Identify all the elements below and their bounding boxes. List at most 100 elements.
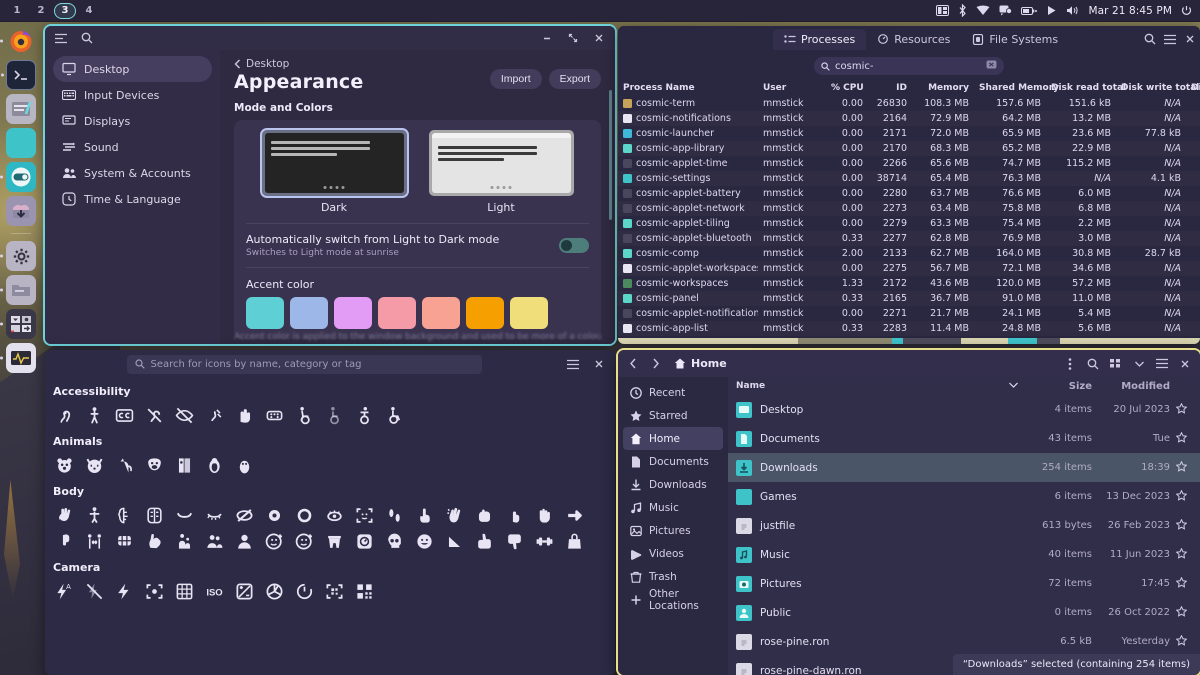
import-button[interactable]: Import <box>489 69 542 89</box>
icon-exposure[interactable] <box>229 578 259 604</box>
star-icon[interactable] <box>1170 518 1192 533</box>
battery-icon[interactable] <box>1021 6 1038 16</box>
workspace-3[interactable]: 3 <box>54 2 76 19</box>
icon-wedge[interactable] <box>439 528 469 554</box>
process-row[interactable]: cosmic-settings mmstick 0.00 38714 65.4 MB 76… <box>618 171 1200 186</box>
icon-brain-l[interactable] <box>109 502 139 528</box>
icon-wheelchair[interactable] <box>319 402 349 428</box>
star-icon[interactable] <box>1170 605 1192 620</box>
file-row[interactable]: Music 40 items 11 Jun 2023 <box>728 540 1200 569</box>
icon-bear[interactable] <box>49 452 79 478</box>
file-row[interactable]: justfile 613 bytes 26 Feb 2023 <box>728 511 1200 540</box>
icon-ear[interactable] <box>49 402 79 428</box>
process-table-header[interactable]: Process Name User% CPU ID Memory Shared Memo… <box>618 80 1200 96</box>
icon-user-plus[interactable] <box>289 528 319 554</box>
icon-accessible-person[interactable] <box>349 402 379 428</box>
search-icon[interactable] <box>1140 30 1160 48</box>
file-row[interactable]: Pictures 72 items 17:45 <box>728 569 1200 598</box>
auto-switch-toggle[interactable] <box>559 238 589 253</box>
maximize-icon[interactable] <box>563 29 583 47</box>
icon-brain[interactable] <box>139 502 169 528</box>
icon-wheelchair-alt[interactable] <box>379 402 409 428</box>
settings-scrollbar[interactable] <box>609 90 612 220</box>
close-icon[interactable] <box>589 355 609 373</box>
icon-face-scan[interactable] <box>349 502 379 528</box>
accent-swatch-1[interactable] <box>290 297 328 329</box>
file-row[interactable]: Games 6 items 13 Dec 2023 <box>728 482 1200 511</box>
power-icon[interactable] <box>1181 5 1192 16</box>
auto-switch-row[interactable]: Automatically switch from Light to Dark … <box>246 233 589 258</box>
process-row[interactable]: cosmic-workspaces mmstick 1.33 2172 43.6 MB 1… <box>618 276 1200 291</box>
icon-eye-open[interactable] <box>259 502 289 528</box>
star-icon[interactable] <box>1170 576 1192 591</box>
icon-person[interactable] <box>79 502 109 528</box>
fm-sidebar-other-locations[interactable]: Other Locations <box>623 588 723 612</box>
icon-point-right[interactable] <box>559 502 589 528</box>
dock-folder[interactable] <box>0 275 36 305</box>
icon-flash-auto[interactable]: A <box>49 578 79 604</box>
workspace-switcher[interactable]: 1234 <box>0 2 100 19</box>
close-icon[interactable] <box>1180 30 1200 48</box>
dock-downloads[interactable] <box>6 196 36 226</box>
process-search-input[interactable]: cosmic- <box>814 57 1004 75</box>
icon-palm[interactable] <box>529 502 559 528</box>
column-shared-memory[interactable]: Shared Memory <box>974 80 1059 96</box>
icon-thumb-down[interactable] <box>469 528 499 554</box>
process-row[interactable]: cosmic-applet-notifications mmstick 0.00 22… <box>618 306 1200 321</box>
icon-eye-off[interactable] <box>169 402 199 428</box>
process-row[interactable]: cosmic-panel mmstick 0.33 2165 36.7 MB 91.0 M… <box>618 291 1200 306</box>
sidebar-item-desktop[interactable]: Desktop <box>53 56 212 82</box>
file-row[interactable]: Desktop 4 items 20 Jul 2023 <box>728 395 1200 424</box>
icon-scale[interactable] <box>349 528 379 554</box>
icon-aperture[interactable] <box>259 578 289 604</box>
process-row[interactable]: cosmic-applet-time mmstick 0.00 2266 65.6 MB… <box>618 156 1200 171</box>
accent-swatch-4[interactable] <box>422 297 460 329</box>
icon-eyelash[interactable] <box>199 502 229 528</box>
icon-tooth[interactable] <box>319 528 349 554</box>
minimize-icon[interactable] <box>537 29 557 47</box>
clear-icon[interactable] <box>986 60 997 72</box>
star-icon[interactable] <box>1170 402 1192 417</box>
icon-eye-slash[interactable] <box>229 502 259 528</box>
icon-hearing-aid[interactable] <box>199 402 229 428</box>
icon-bag[interactable] <box>559 528 589 554</box>
column--cpu[interactable]: % CPU <box>826 80 868 96</box>
icon-point-up[interactable] <box>499 502 529 528</box>
file-list-header[interactable]: Name Size Modified <box>728 377 1200 395</box>
process-row[interactable]: cosmic-applet-battery mmstick 0.00 2280 63.7… <box>618 186 1200 201</box>
icon-timer[interactable] <box>289 578 319 604</box>
icon-flash-off[interactable] <box>79 578 109 604</box>
process-row[interactable]: cosmic-notifications mmstick 0.00 2164 72.9 … <box>618 111 1200 126</box>
icon-qr-code[interactable] <box>349 578 379 604</box>
icon-group[interactable] <box>199 528 229 554</box>
media-play-icon[interactable] <box>1046 5 1057 16</box>
column-memory[interactable]: Memory <box>912 80 974 96</box>
sidebar-item-displays[interactable]: Displays <box>53 108 212 134</box>
column-id[interactable]: ID <box>868 80 912 96</box>
icon-tap[interactable] <box>409 502 439 528</box>
icon-grid[interactable] <box>169 578 199 604</box>
process-row[interactable]: cosmic-term mmstick 0.00 26830 108.3 MB 157.6… <box>618 96 1200 111</box>
star-icon[interactable] <box>1170 547 1192 562</box>
icon-braille[interactable] <box>259 402 289 428</box>
icon-teeth[interactable] <box>109 528 139 554</box>
mode-option-light[interactable]: Light <box>428 130 574 214</box>
sidebar-item-input-devices[interactable]: Input Devices <box>53 82 212 108</box>
tab-processes[interactable]: Processes <box>773 28 867 50</box>
icon-sign-language[interactable] <box>229 402 259 428</box>
icon-family[interactable] <box>169 528 199 554</box>
fm-sidebar-starred[interactable]: Starred <box>623 404 723 427</box>
dock-system-monitor[interactable] <box>0 343 36 373</box>
icon-penguin-sit[interactable] <box>199 452 229 478</box>
hamburger-icon[interactable] <box>1160 30 1180 48</box>
mode-option-dark[interactable]: Dark <box>259 128 409 214</box>
workspace-1[interactable]: 1 <box>6 3 28 19</box>
wifi-icon[interactable] <box>976 5 990 16</box>
sysmon-tabs[interactable]: Processes Resources File Systems <box>773 28 1069 50</box>
fm-sidebar-trash[interactable]: Trash <box>623 565 723 588</box>
fm-sidebar-music[interactable]: Music <box>623 496 723 519</box>
icon-hand-clap[interactable] <box>439 502 469 528</box>
column-user[interactable]: User <box>758 80 826 96</box>
star-icon[interactable] <box>1170 489 1192 504</box>
close-icon[interactable] <box>1176 355 1194 373</box>
